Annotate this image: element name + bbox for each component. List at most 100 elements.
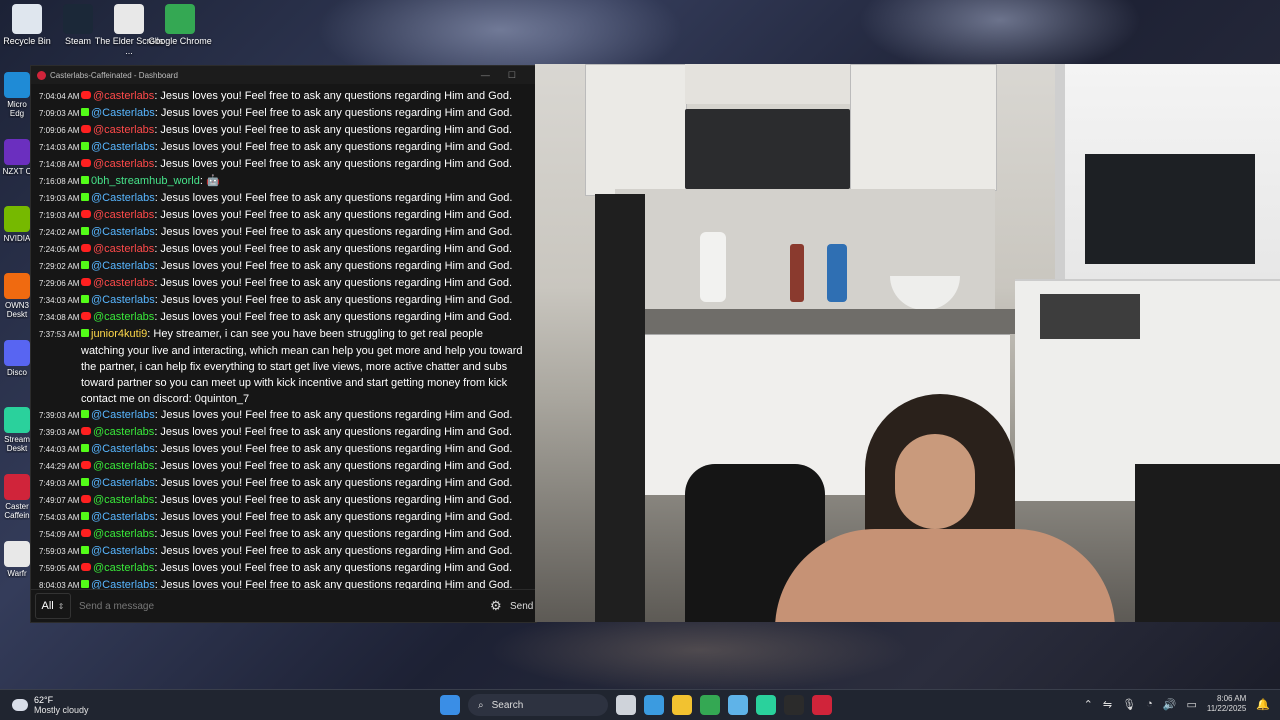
kick-icon xyxy=(81,410,89,418)
message-username[interactable]: @casterlabs xyxy=(93,562,154,574)
message-username[interactable]: @Casterlabs xyxy=(91,409,155,421)
filter-value: All xyxy=(41,600,54,612)
start-icon[interactable] xyxy=(440,695,460,715)
volume-icon[interactable]: 🔊 xyxy=(1163,698,1177,711)
platform-filter-dropdown[interactable]: All ⇕ xyxy=(35,593,71,619)
desktop-side-icon[interactable]: Micro Edg xyxy=(0,72,34,118)
chat-message: 7:16:08 AM 0bh_streamhub_world: 🤖 xyxy=(39,173,526,190)
message-timestamp: 7:44:29 AM xyxy=(39,462,80,471)
desktop-side-icon[interactable]: OWN3 Deskt xyxy=(0,273,34,319)
chevron-updown-icon: ⇕ xyxy=(57,601,65,611)
message-username[interactable]: @casterlabs xyxy=(93,528,154,540)
message-text: : Jesus loves you! Feel free to ask any … xyxy=(154,294,513,306)
message-timestamp: 7:49:03 AM xyxy=(39,479,80,488)
youtube-icon xyxy=(81,563,91,571)
youtube-icon xyxy=(81,427,91,435)
desktop-icon-label: OWN3 Deskt xyxy=(5,301,29,319)
clock[interactable]: 8:06 AM 11/22/2025 xyxy=(1207,694,1246,714)
message-username[interactable]: @casterlabs xyxy=(93,124,154,136)
casterlabs-icon[interactable] xyxy=(812,695,832,715)
notification-icon[interactable]: 🔔 xyxy=(1256,698,1270,711)
maximize-button[interactable]: ☐ xyxy=(508,70,516,81)
file-explorer-icon[interactable] xyxy=(672,695,692,715)
weather-widget[interactable]: 62°F Mostly cloudy xyxy=(12,695,89,715)
desktop-side-icon[interactable]: Disco xyxy=(0,340,34,377)
chevron-up-icon[interactable]: ⌃ xyxy=(1084,698,1093,711)
chrome-icon[interactable] xyxy=(700,695,720,715)
network-icon[interactable]: ⇋ xyxy=(1103,698,1112,711)
desktop-icon-label: Caster Caffein xyxy=(4,502,30,520)
message-timestamp: 7:39:03 AM xyxy=(39,411,80,420)
desktop-side-icon[interactable]: Stream Deskt xyxy=(0,407,34,453)
system-tray: ⌃ ⇋ 🎙 ◔ 🔊 ▭ 8:06 AM 11/22/2025 🔔 xyxy=(1084,694,1270,714)
notepad-icon[interactable] xyxy=(728,695,748,715)
message-username[interactable]: @Casterlabs xyxy=(91,511,155,523)
message-text: : 🤖 xyxy=(199,175,220,187)
message-username[interactable]: @Casterlabs xyxy=(91,226,155,238)
kick-icon xyxy=(81,444,89,452)
desktop-side-icon[interactable]: NZXT C xyxy=(0,139,34,176)
desktop-side-icon[interactable]: Warfr xyxy=(0,541,34,578)
message-username[interactable]: @casterlabs xyxy=(93,460,154,472)
chat-input-bar: All ⇕ ⚙ Send xyxy=(31,589,536,622)
chat-message: 7:29:02 AM @Casterlabs: Jesus loves you! … xyxy=(39,258,526,275)
message-username[interactable]: @casterlabs xyxy=(93,158,154,170)
chat-dashboard-window: Casterlabs-Caffeinated - Dashboard — ☐ 7… xyxy=(30,65,537,623)
streamlabs-icon[interactable] xyxy=(756,695,776,715)
message-username[interactable]: @casterlabs xyxy=(93,494,154,506)
window-titlebar[interactable]: Casterlabs-Caffeinated - Dashboard — ☐ xyxy=(31,66,536,84)
chat-message: 7:44:29 AM @casterlabs: Jesus loves you! … xyxy=(39,458,526,475)
minimize-button[interactable]: — xyxy=(481,70,490,81)
message-username[interactable]: @Casterlabs xyxy=(91,260,155,272)
battery-icon[interactable]: ▭ xyxy=(1186,698,1196,711)
taskbar-apps: ⌕ Search xyxy=(440,694,832,716)
app-icon xyxy=(4,474,30,500)
message-username[interactable]: @casterlabs xyxy=(93,243,154,255)
obs-icon[interactable] xyxy=(784,695,804,715)
chat-message: 7:59:03 AM @Casterlabs: Jesus loves you! … xyxy=(39,543,526,560)
message-username[interactable]: @casterlabs xyxy=(93,311,154,323)
kick-icon xyxy=(81,261,89,269)
message-username[interactable]: @Casterlabs xyxy=(91,477,155,489)
webcam-feed xyxy=(535,64,1280,622)
message-username[interactable]: @casterlabs xyxy=(93,277,154,289)
send-button[interactable]: Send xyxy=(510,601,533,612)
message-username[interactable]: @Casterlabs xyxy=(91,192,155,204)
desktop-icon[interactable]: Google Chrome xyxy=(145,4,215,46)
message-timestamp: 7:14:08 AM xyxy=(39,160,80,169)
message-username[interactable]: @casterlabs xyxy=(93,426,154,438)
microphone-icon[interactable]: 🎙 xyxy=(1122,698,1136,711)
taskbar-search[interactable]: ⌕ Search xyxy=(468,694,608,716)
message-text: : Jesus loves you! Feel free to ask any … xyxy=(154,511,513,523)
message-timestamp: 7:09:03 AM xyxy=(39,109,80,118)
chat-message: 7:14:08 AM @casterlabs: Jesus loves you! … xyxy=(39,156,526,173)
desktop-side-icon[interactable]: Caster Caffein xyxy=(0,474,34,520)
message-text: : Jesus loves you! Feel free to ask any … xyxy=(154,545,513,557)
message-timestamp: 7:14:03 AM xyxy=(39,143,80,152)
youtube-icon xyxy=(81,125,91,133)
message-username[interactable]: @Casterlabs xyxy=(91,443,155,455)
message-username[interactable]: junior4kuti9 xyxy=(91,328,147,340)
message-username[interactable]: @casterlabs xyxy=(93,90,154,102)
message-text: : Jesus loves you! Feel free to ask any … xyxy=(154,158,513,170)
youtube-icon xyxy=(81,244,91,252)
chat-message: 7:39:03 AM @casterlabs: Jesus loves you! … xyxy=(39,424,526,441)
window-title: Casterlabs-Caffeinated - Dashboard xyxy=(50,70,178,80)
task-view-icon[interactable] xyxy=(616,695,636,715)
message-username[interactable]: @Casterlabs xyxy=(91,107,155,119)
message-input[interactable] xyxy=(77,593,486,619)
gear-icon[interactable]: ⚙ xyxy=(490,598,506,614)
desktop-side-icon[interactable]: NVIDIA xyxy=(0,206,34,243)
youtube-icon xyxy=(81,278,91,286)
photos-icon[interactable] xyxy=(644,695,664,715)
message-username[interactable]: @Casterlabs xyxy=(91,294,155,306)
message-text: : Jesus loves you! Feel free to ask any … xyxy=(154,277,513,289)
message-username[interactable]: @Casterlabs xyxy=(91,141,155,153)
message-username[interactable]: @Casterlabs xyxy=(91,545,155,557)
message-username[interactable]: @casterlabs xyxy=(93,209,154,221)
message-username[interactable]: 0bh_streamhub_world xyxy=(91,175,200,187)
chat-message: 7:49:03 AM @Casterlabs: Jesus loves you! … xyxy=(39,475,526,492)
message-timestamp: 7:19:03 AM xyxy=(39,194,80,203)
wifi-icon[interactable]: ◔ xyxy=(1146,698,1153,710)
message-text: : Jesus loves you! Feel free to ask any … xyxy=(154,477,513,489)
